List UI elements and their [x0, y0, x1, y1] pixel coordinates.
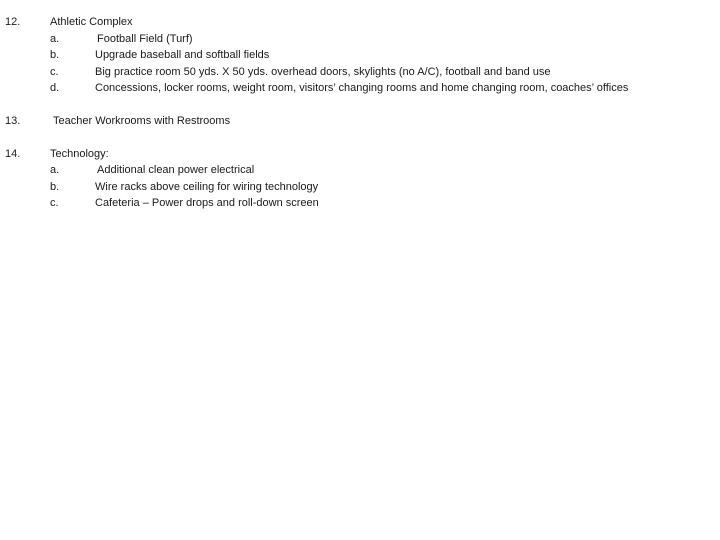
item-letter: a. [50, 164, 60, 176]
list-item: a. Additional clean power electrical [0, 162, 720, 178]
item-letter: c. [50, 197, 59, 209]
item-letter: c. [50, 66, 59, 78]
section-title: Technology: [50, 148, 109, 160]
list-item: d. Concessions, locker rooms, weight roo… [0, 80, 720, 96]
list-item: c. Big practice room 50 yds. X 50 yds. o… [0, 64, 720, 80]
item-text: Concessions, locker rooms, weight room, … [95, 82, 629, 94]
list-item: c. Cafeteria – Power drops and roll-down… [0, 195, 720, 211]
item-letter: a. [50, 33, 60, 45]
section-heading: 12. Athletic Complex [0, 14, 720, 30]
section-number: 13. [5, 115, 21, 127]
section-number: 14. [5, 148, 21, 160]
item-text: Big practice room 50 yds. X 50 yds. over… [95, 66, 551, 78]
section-heading: 13. Teacher Workrooms with Restrooms [0, 113, 720, 129]
item-text: Additional clean power electrical [97, 164, 255, 176]
list-item: b. Wire racks above ceiling for wiring t… [0, 179, 720, 195]
section-heading: 14. Technology: [0, 146, 720, 162]
item-letter: b. [50, 181, 60, 193]
list-item: a. Football Field (Turf) [0, 31, 720, 47]
section-title: Athletic Complex [50, 16, 133, 28]
item-letter: d. [50, 82, 60, 94]
item-text: Wire racks above ceiling for wiring tech… [95, 181, 319, 193]
item-letter: b. [50, 49, 60, 61]
item-text: Upgrade baseball and softball fields [95, 49, 270, 61]
section-number: 12. [5, 16, 21, 28]
section-title: Teacher Workrooms with Restrooms [53, 115, 231, 127]
item-text: Football Field (Turf) [97, 33, 193, 45]
list-item: b. Upgrade baseball and softball fields [0, 47, 720, 63]
item-text: Cafeteria – Power drops and roll-down sc… [95, 197, 319, 209]
